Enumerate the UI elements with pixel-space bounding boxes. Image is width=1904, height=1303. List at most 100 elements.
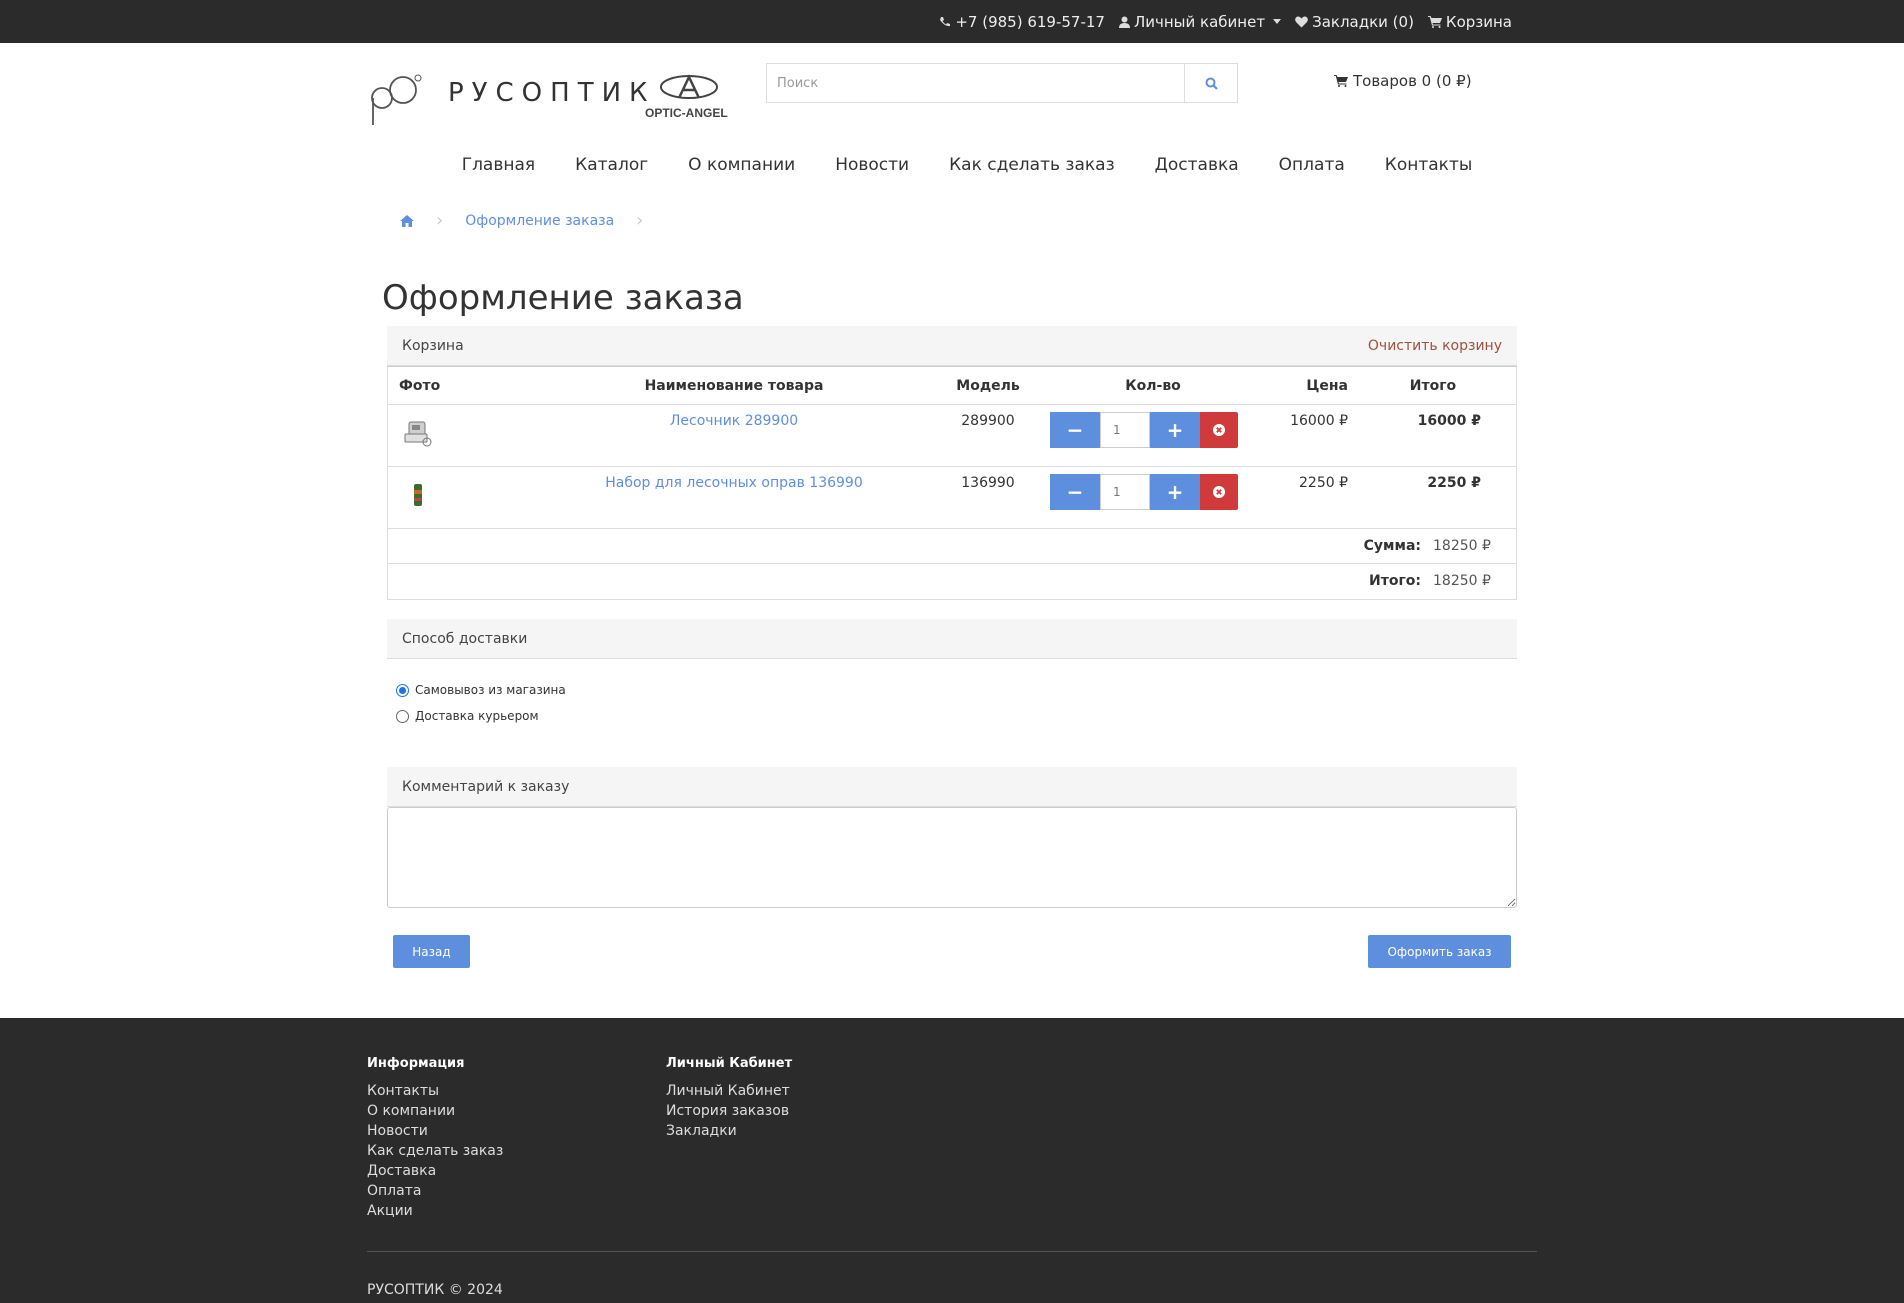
product-price: 16000 ₽ [1290, 413, 1348, 429]
phone-link[interactable]: +7 (985) 619-57-17 [939, 13, 1105, 31]
cart-icon [1427, 15, 1442, 28]
phone-text: +7 (985) 619-57-17 [955, 12, 1105, 31]
wishlist-link[interactable]: Закладки (0) [1295, 13, 1414, 31]
product-model: 136990 [961, 475, 1015, 491]
back-button[interactable]: Назад [393, 935, 470, 968]
footer-link-delivery[interactable]: Доставка [367, 1161, 503, 1181]
shipping-option-courier[interactable]: Доставка курьером [396, 709, 539, 723]
radio-button[interactable] [396, 709, 409, 723]
subtotal-row: Сумма: 18250 ₽ [388, 529, 1516, 564]
product-thumbnail[interactable] [401, 416, 435, 450]
clear-cart-link[interactable]: Очистить корзину [1368, 338, 1502, 354]
heart-icon [1295, 16, 1308, 27]
menu-item-home[interactable]: Главная [462, 155, 535, 175]
footer-link-how-to-order[interactable]: Как сделать заказ [367, 1141, 503, 1161]
footer-link-about[interactable]: О компании [367, 1101, 503, 1121]
footer-link-promotions[interactable]: Акции [367, 1201, 503, 1221]
product-name-link[interactable]: Набор для лесочных оправ 136990 [554, 475, 914, 491]
footer-info-column: Информация Контакты О компании Новости К… [367, 1056, 503, 1221]
chevron-down-icon [1273, 19, 1282, 24]
account-dropdown[interactable]: Личный кабинет [1118, 12, 1282, 31]
cart-panel-title: Корзина [402, 337, 464, 354]
product-model: 289900 [961, 413, 1015, 429]
user-icon [1118, 16, 1130, 28]
header-cart-button[interactable]: Товаров 0 (0 ₽) [1334, 72, 1472, 90]
subtotal-value: 18250 ₽ [1433, 538, 1491, 554]
shipping-option-pickup[interactable]: Самовывоз из магазина [396, 683, 566, 697]
footer-link-contacts[interactable]: Контакты [367, 1081, 503, 1101]
checkout-button[interactable]: Оформить заказ [1368, 935, 1511, 968]
col-model-header: Модель [956, 378, 1020, 394]
account-label: Личный кабинет [1133, 12, 1266, 31]
phone-icon [940, 16, 951, 26]
menu-item-news[interactable]: Новости [835, 155, 909, 175]
cart-table: Фото Наименование товара Модель Кол-во Ц… [387, 366, 1517, 600]
search-button[interactable] [1184, 63, 1238, 103]
decrease-qty-button[interactable]: − [1050, 474, 1100, 510]
menu-item-how-to-order[interactable]: Как сделать заказ [949, 155, 1115, 175]
footer-link-wishlist[interactable]: Закладки [666, 1121, 792, 1141]
search-form [766, 63, 1238, 103]
logo-mark-icon [371, 74, 422, 125]
col-photo-header: Фото [399, 378, 441, 394]
product-total: 16000 ₽ [1417, 413, 1481, 429]
remove-item-button[interactable] [1200, 412, 1238, 448]
page-title: Оформление заказа [382, 278, 744, 318]
col-name-header: Наименование товара [644, 378, 824, 394]
remove-item-button[interactable] [1200, 474, 1238, 510]
menu-item-contacts[interactable]: Контакты [1385, 155, 1473, 175]
menu-item-delivery[interactable]: Доставка [1155, 155, 1239, 175]
close-circle-icon [1213, 486, 1225, 498]
breadcrumb-separator: › [436, 210, 444, 231]
menu-item-about[interactable]: О компании [688, 155, 795, 175]
logo-text: РУСОПТИК [448, 78, 656, 108]
minus-icon: − [1066, 480, 1084, 504]
subtotal-label: Сумма: [1363, 538, 1421, 554]
menu-item-payment[interactable]: Оплата [1279, 155, 1345, 175]
col-total-header: Итого [1409, 378, 1457, 394]
quantity-stepper: − 1 + [1050, 474, 1238, 510]
shipping-option-label: Самовывоз из магазина [415, 683, 566, 697]
footer-copyright: РУСОПТИК © 2024 [367, 1282, 503, 1298]
breadcrumb-current[interactable]: Оформление заказа [465, 213, 614, 229]
footer-divider [367, 1251, 1537, 1252]
increase-qty-button[interactable]: + [1150, 412, 1200, 448]
shipping-panel-header: Способ доставки [387, 619, 1517, 659]
footer-link-order-history[interactable]: История заказов [666, 1101, 792, 1121]
quantity-input[interactable]: 1 [1100, 412, 1150, 448]
cart-link[interactable]: Корзина [1427, 13, 1512, 31]
comment-textarea[interactable] [387, 807, 1517, 908]
product-thumbnail[interactable] [401, 478, 435, 512]
logo[interactable]: РУСОПТИК OPTIC-ANGEL [370, 70, 730, 130]
plus-icon: + [1166, 480, 1184, 504]
optic-angel-logo-icon [660, 74, 718, 99]
radio-button-selected[interactable] [396, 683, 409, 697]
header-cart-summary: Товаров 0 (0 ₽) [1353, 72, 1472, 90]
footer-info-title: Информация [367, 1056, 465, 1071]
footer-link-account[interactable]: Личный Кабинет [666, 1081, 792, 1101]
search-input[interactable] [766, 63, 1184, 103]
cart-panel-header: Корзина Очистить корзину [387, 326, 1517, 366]
product-total: 2250 ₽ [1427, 475, 1481, 491]
col-price-header: Цена [1306, 378, 1348, 394]
breadcrumb: › Оформление заказа › [400, 210, 643, 231]
table-header-row: Фото Наименование товара Модель Кол-во Ц… [388, 367, 1516, 405]
table-row: Набор для лесочных оправ 136990 136990 −… [388, 467, 1516, 529]
decrease-qty-button[interactable]: − [1050, 412, 1100, 448]
comment-panel-title: Комментарий к заказу [402, 778, 570, 795]
plus-icon: + [1166, 418, 1184, 442]
product-name-link[interactable]: Лесочник 289900 [604, 413, 864, 429]
total-label: Итого: [1369, 573, 1421, 589]
col-qty-header: Кол-во [1125, 378, 1181, 394]
quantity-input[interactable]: 1 [1100, 474, 1150, 510]
footer-link-news[interactable]: Новости [367, 1121, 503, 1141]
product-price: 2250 ₽ [1299, 475, 1348, 491]
home-icon[interactable] [400, 214, 414, 227]
footer-link-payment[interactable]: Оплата [367, 1181, 503, 1201]
top-bar: +7 (985) 619-57-17 Личный кабинет Заклад… [0, 0, 1904, 43]
total-value: 18250 ₽ [1433, 573, 1491, 589]
menu-item-catalog[interactable]: Каталог [575, 155, 648, 175]
increase-qty-button[interactable]: + [1150, 474, 1200, 510]
quantity-stepper: − 1 + [1050, 412, 1238, 448]
minus-icon: − [1066, 418, 1084, 442]
